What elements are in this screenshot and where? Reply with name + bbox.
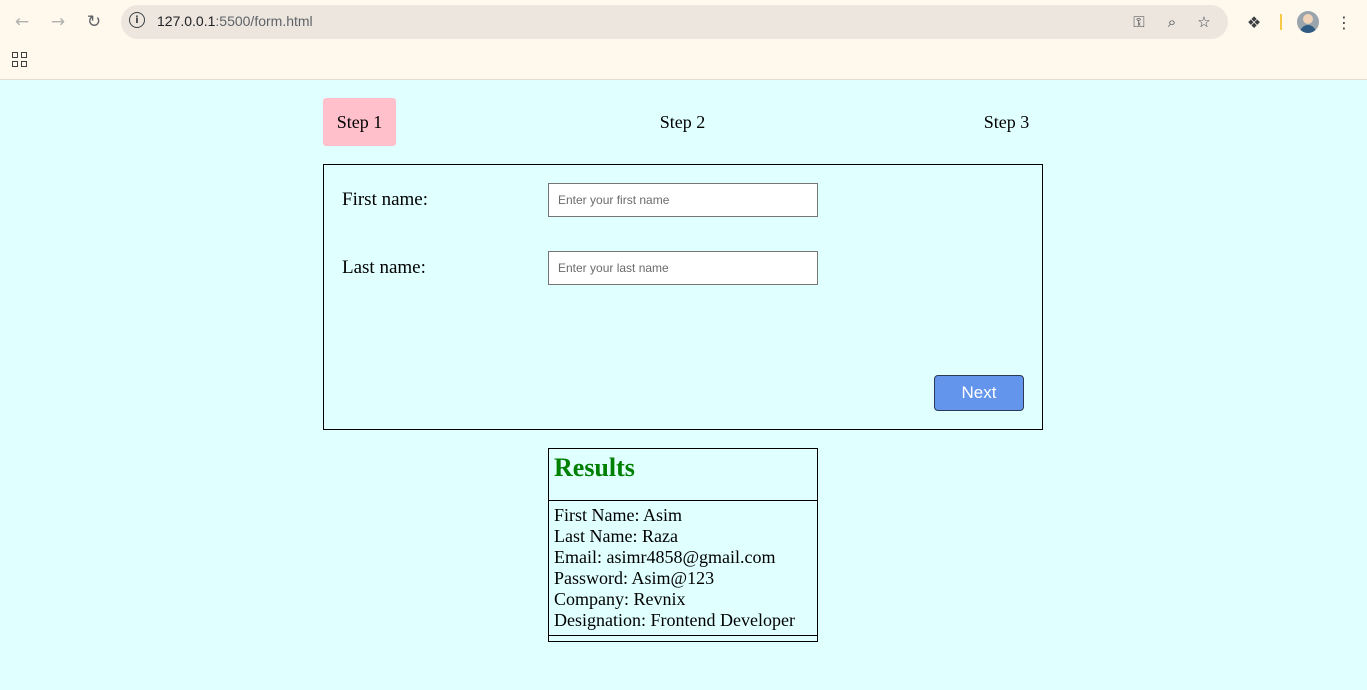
last-name-input[interactable] [548, 251, 818, 285]
step-2-tab[interactable]: Step 2 [646, 98, 719, 146]
result-email: Email: asimr4858@gmail.com [554, 547, 776, 567]
url-host: 127.0.0.1 [157, 13, 216, 29]
step-3-label: Step 3 [983, 111, 1030, 132]
result-first-name: First Name: Asim [554, 505, 683, 525]
step-2-label: Step 2 [659, 111, 706, 132]
reload-icon[interactable]: ↻ [81, 9, 107, 35]
url-path: :5500/form.html [215, 13, 313, 29]
password-key-icon[interactable]: ⚿ [1128, 11, 1150, 33]
next-button[interactable]: Next [934, 375, 1024, 411]
first-name-label: First name: [342, 189, 429, 210]
profile-avatar[interactable] [1297, 11, 1319, 33]
result-password: Password: Asim@123 [554, 568, 715, 588]
result-last-name: Last Name: Raza [554, 526, 678, 546]
results-title: Results [554, 453, 635, 482]
results-footer-divider [549, 635, 817, 636]
step-1-tab[interactable]: Step 1 [323, 98, 396, 146]
results-panel: Results First Name: Asim Last Name: Raza… [548, 448, 818, 642]
result-designation: Designation: Frontend Developer [554, 610, 795, 630]
zoom-icon[interactable]: ⌕ [1161, 11, 1183, 33]
apps-grid-icon[interactable] [12, 52, 28, 68]
results-list: First Name: Asim Last Name: Raza Email: … [554, 505, 795, 631]
step-3-tab[interactable]: Step 3 [970, 98, 1043, 146]
bookmarks-bar [0, 44, 1367, 80]
extensions-icon[interactable]: ❖ [1242, 10, 1266, 34]
address-bar[interactable]: i 127.0.0.1:5500/form.html ⚿ ⌕ ☆ [121, 5, 1228, 39]
site-info-icon[interactable]: i [129, 12, 145, 28]
bookmark-star-icon[interactable]: ☆ [1193, 11, 1215, 33]
url-text[interactable]: 127.0.0.1:5500/form.html [157, 13, 313, 29]
result-company: Company: Revnix [554, 589, 686, 609]
first-name-input[interactable] [548, 183, 818, 217]
toolbar-divider [1280, 14, 1282, 30]
last-name-label: Last name: [342, 257, 426, 278]
browser-toolbar: ← → ↻ i 127.0.0.1:5500/form.html ⚿ ⌕ ☆ ❖… [0, 0, 1367, 44]
back-arrow-icon[interactable]: ← [9, 9, 35, 35]
results-header: Results [549, 449, 817, 501]
forward-arrow-icon[interactable]: → [45, 9, 71, 35]
step-1-label: Step 1 [336, 111, 383, 132]
menu-kebab-icon[interactable]: ⋮ [1332, 10, 1356, 34]
